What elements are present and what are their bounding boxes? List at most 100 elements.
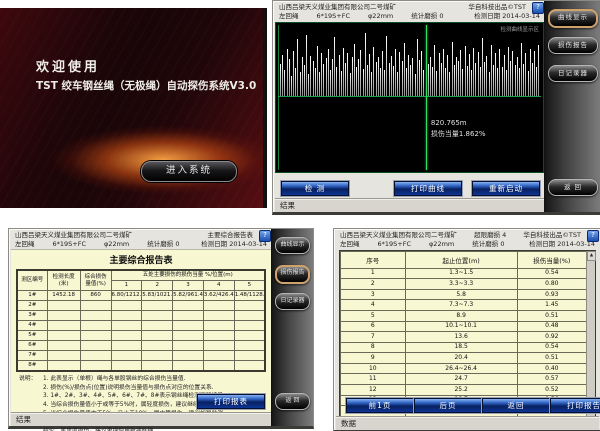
report-cell bbox=[173, 321, 204, 331]
log-cell: 0.48 bbox=[517, 321, 586, 332]
sidebar-button-1[interactable]: 曲线显示 bbox=[275, 237, 310, 254]
report-cell bbox=[142, 321, 173, 331]
waveform-bar bbox=[484, 62, 485, 96]
waveform-bar bbox=[456, 57, 457, 95]
scroll-up-icon[interactable]: ▲ bbox=[587, 251, 596, 261]
waveform-bar bbox=[521, 43, 522, 96]
note-line: 2. 损伤(%)/损伤点(位置)说明损伤当量值与损伤点对应的位置关系. bbox=[43, 384, 225, 393]
report-cell bbox=[111, 321, 142, 331]
report-cell bbox=[203, 341, 234, 351]
report-subcol-1: 1 bbox=[111, 281, 142, 291]
log-cell: 20.4 bbox=[405, 353, 517, 364]
report-cell bbox=[234, 321, 265, 331]
report-cell bbox=[111, 331, 142, 341]
report-cell bbox=[47, 331, 80, 341]
waveform-bar bbox=[358, 59, 359, 96]
splash-welcome-text: 欢迎使用 bbox=[36, 56, 100, 75]
waveform-bar bbox=[319, 72, 320, 96]
waveform-bar bbox=[471, 70, 472, 95]
waveform-bar bbox=[406, 68, 407, 95]
waveform-bar bbox=[336, 67, 337, 96]
report-cell bbox=[111, 351, 142, 361]
waveform-bar bbox=[532, 63, 533, 96]
detect-button[interactable]: 检 测 bbox=[281, 181, 349, 196]
log-row: 920.40.51 bbox=[341, 353, 587, 364]
report-cell: 7# bbox=[17, 351, 47, 361]
log-content: ? 山西吕梁天义煤业集团有限公司二号煤矿 超限磨损 4 华自科技出品©TST 左… bbox=[336, 230, 599, 417]
report-cell bbox=[142, 351, 173, 361]
report-cell: 1452.18 bbox=[47, 291, 80, 301]
help-icon[interactable]: ? bbox=[587, 230, 599, 242]
log-cell: 26.4~26.4 bbox=[405, 363, 517, 374]
report-cell bbox=[234, 331, 265, 341]
log-button-3[interactable]: 返回 bbox=[482, 398, 550, 413]
sidebar-button-2[interactable]: 损伤报告 bbox=[275, 265, 310, 284]
waveform-cursor[interactable] bbox=[426, 25, 427, 170]
sidebar-back-button[interactable]: 返 回 bbox=[548, 179, 598, 196]
waveform-bar bbox=[300, 72, 301, 95]
waveform-bar bbox=[445, 68, 446, 96]
waveform-bar bbox=[306, 35, 307, 96]
waveform-left-axis bbox=[278, 25, 279, 170]
waveform-bar bbox=[356, 67, 357, 95]
waveform-bar bbox=[382, 51, 383, 95]
overlimit-info: 超限磨损 4 bbox=[457, 231, 523, 240]
help-icon[interactable]: ? bbox=[259, 230, 271, 242]
log-button-4[interactable]: 打印报告 bbox=[550, 398, 600, 413]
log-cell: 0.54 bbox=[517, 268, 586, 279]
company-name: 山西吕梁天义煤业集团有限公司二号煤矿 bbox=[340, 231, 457, 240]
waveform-bar bbox=[460, 50, 461, 96]
waveform-bar bbox=[354, 44, 355, 95]
waveform-bar bbox=[502, 67, 503, 96]
sidebar-button-2[interactable]: 损伤报告 bbox=[548, 37, 598, 54]
print-report-button[interactable]: 打印报表 bbox=[197, 394, 265, 409]
log-cell: 5.8 bbox=[405, 289, 517, 300]
sidebar-button-3[interactable]: 日记录器 bbox=[275, 293, 310, 310]
waveform-bar bbox=[443, 49, 444, 95]
report-subcol-3: 3 bbox=[173, 281, 204, 291]
log-cell: 12 bbox=[341, 385, 406, 396]
waveform-bar bbox=[380, 68, 381, 96]
report-cell bbox=[142, 361, 173, 372]
waveform-bar bbox=[489, 72, 490, 96]
log-cell: 8.9 bbox=[405, 310, 517, 321]
report-cell bbox=[111, 311, 142, 321]
report-cell bbox=[47, 341, 80, 351]
waveform-bar bbox=[462, 69, 463, 95]
log-cell: 9 bbox=[341, 353, 406, 364]
log-button-2[interactable]: 后页 bbox=[414, 398, 482, 413]
waveform-display[interactable]: 检测曲线显示区 820.765m 损伤当量1.862% bbox=[275, 22, 544, 173]
rope-spec: 6*19S+FC bbox=[317, 12, 351, 21]
sidebar-back-button[interactable]: 返 回 bbox=[275, 393, 310, 410]
waveform-bar bbox=[482, 38, 483, 95]
help-icon[interactable]: ? bbox=[532, 2, 544, 14]
waveform-bar bbox=[458, 61, 459, 95]
company-name: 山西吕梁天义煤业集团有限公司二号煤矿 bbox=[15, 231, 132, 240]
waveform-bar bbox=[339, 55, 340, 95]
print-curve-button[interactable]: 打印曲线 bbox=[394, 181, 462, 196]
rope-diameter: φ22mm bbox=[429, 240, 454, 249]
report-cell: 1# bbox=[17, 291, 47, 301]
waveform-cursor-readout: 820.765m 损伤当量1.862% bbox=[431, 118, 486, 140]
log-row: 1225.20.52 bbox=[341, 385, 587, 396]
sidebar-button-3[interactable]: 日记录器 bbox=[548, 65, 598, 82]
wear-info: 统计磨损 0 bbox=[147, 240, 179, 249]
waveform-bar bbox=[525, 53, 526, 95]
rope-name: 左回绳 bbox=[15, 240, 35, 249]
log-cell: 4 bbox=[341, 300, 406, 311]
vendor-label: 华自科技出品©TST bbox=[523, 231, 581, 240]
waveform-bar bbox=[391, 56, 392, 96]
log-cell: 11 bbox=[341, 374, 406, 385]
sidebar-button-1[interactable]: 曲线显示 bbox=[548, 9, 598, 28]
report-cell bbox=[173, 301, 204, 311]
restart-button[interactable]: 重新启动 bbox=[472, 181, 540, 196]
log-row: 47.3~7.31.45 bbox=[341, 300, 587, 311]
log-cell: 10.1~10.1 bbox=[405, 321, 517, 332]
waveform-bar bbox=[519, 68, 520, 96]
log-button-1[interactable]: 前1页 bbox=[346, 398, 414, 413]
waveform-bar bbox=[360, 50, 361, 96]
report-cell bbox=[80, 321, 111, 331]
enter-system-button[interactable]: 进入系统 bbox=[141, 161, 237, 182]
waveform-bar bbox=[536, 67, 537, 95]
report-cell bbox=[203, 311, 234, 321]
